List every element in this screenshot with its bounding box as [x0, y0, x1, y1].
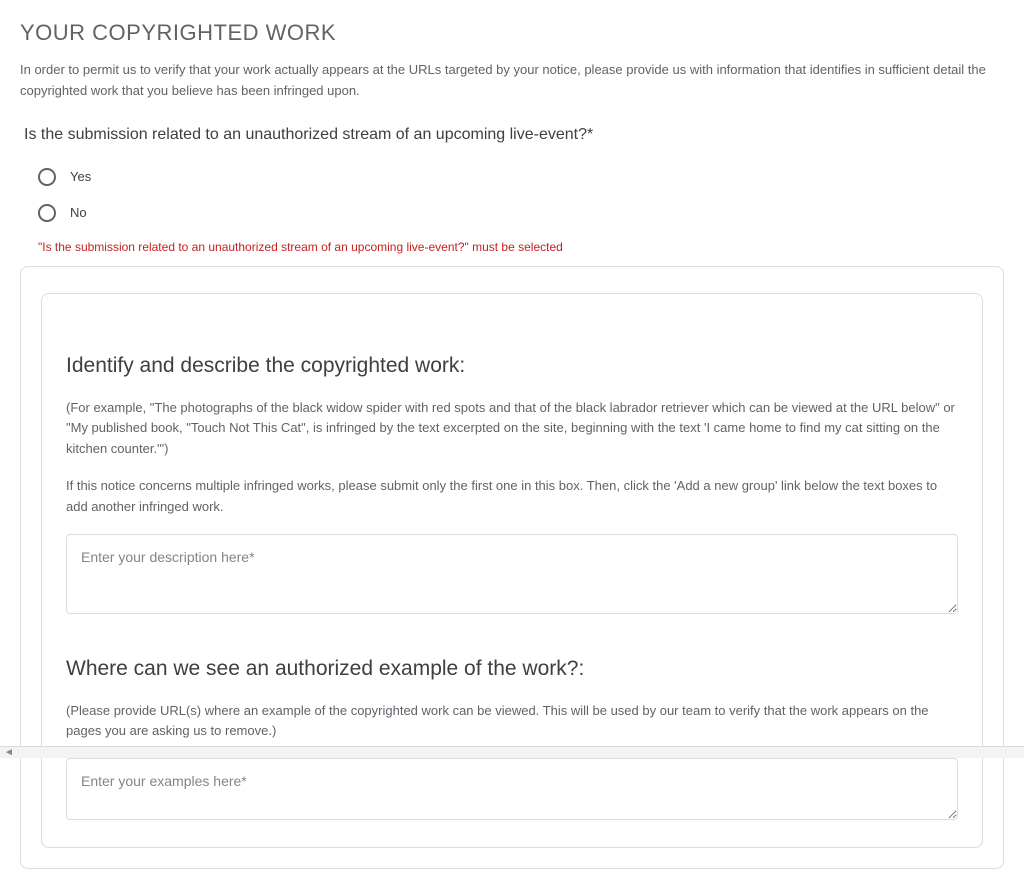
- radio-option-no[interactable]: No: [38, 204, 1004, 222]
- intro-text: In order to permit us to verify that you…: [20, 60, 1004, 102]
- page-title: YOUR COPYRIGHTED WORK: [20, 20, 1004, 46]
- radio-label-yes: Yes: [70, 169, 91, 184]
- live-event-radio-group: Yes No: [38, 168, 1004, 222]
- examples-input[interactable]: [66, 758, 958, 820]
- identify-example-text: (For example, "The photographs of the bl…: [66, 398, 958, 460]
- validation-error-text: "Is the submission related to an unautho…: [38, 240, 1004, 254]
- scroll-left-icon: ◄: [4, 747, 14, 758]
- live-event-question-label: Is the submission related to an unauthor…: [24, 126, 1004, 144]
- identify-multiple-text: If this notice concerns multiple infring…: [66, 476, 958, 518]
- authorized-heading: Where can we see an authorized example o…: [66, 657, 958, 681]
- identify-heading: Identify and describe the copyrighted wo…: [66, 354, 958, 378]
- radio-circle-icon: [38, 204, 56, 222]
- description-input[interactable]: [66, 534, 958, 614]
- radio-circle-icon: [38, 168, 56, 186]
- inner-form-section: Identify and describe the copyrighted wo…: [41, 293, 983, 849]
- copyrighted-work-form-section: Identify and describe the copyrighted wo…: [20, 266, 1004, 870]
- radio-option-yes[interactable]: Yes: [38, 168, 1004, 186]
- horizontal-scrollbar[interactable]: ◄: [0, 746, 1024, 758]
- radio-label-no: No: [70, 205, 87, 220]
- authorized-helper-text: (Please provide URL(s) where an example …: [66, 701, 958, 743]
